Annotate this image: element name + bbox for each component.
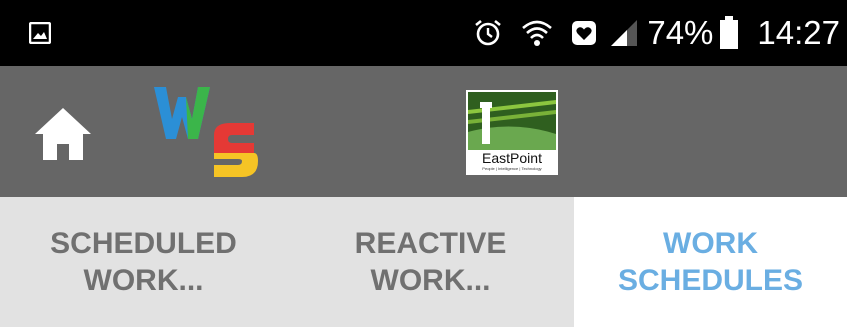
- tab-label: REACTIVE WORK...: [354, 227, 507, 297]
- app-bar: EastPoint People | Intelligence | Techno…: [0, 66, 847, 197]
- home-icon[interactable]: [34, 106, 92, 162]
- status-bar: 74% 14:27: [0, 0, 847, 66]
- notification-icon: [572, 21, 597, 45]
- tab-bar: SCHEDULED WORK... REACTIVE WORK... WORK …: [0, 197, 847, 327]
- tab-label: WORK SCHEDULES: [617, 227, 804, 297]
- battery-percent: 74%: [647, 14, 714, 51]
- eastpoint-logo-tagline: People | Intelligence | Technology: [482, 166, 542, 171]
- ws-logo: [154, 87, 258, 177]
- tab-work-schedules[interactable]: WORK SCHEDULES: [574, 197, 847, 327]
- battery-icon: [720, 16, 739, 49]
- tab-label: SCHEDULED WORK...: [50, 227, 237, 297]
- clock-time: 14:27: [757, 14, 840, 51]
- alarm-icon: [475, 19, 502, 46]
- signal-icon: [611, 20, 638, 46]
- tab-scheduled-work[interactable]: SCHEDULED WORK...: [0, 197, 287, 327]
- eastpoint-logo-text: EastPoint: [482, 150, 542, 166]
- wifi-icon: [522, 20, 553, 46]
- tab-reactive-work[interactable]: REACTIVE WORK...: [287, 197, 574, 327]
- gallery-icon: [29, 22, 51, 44]
